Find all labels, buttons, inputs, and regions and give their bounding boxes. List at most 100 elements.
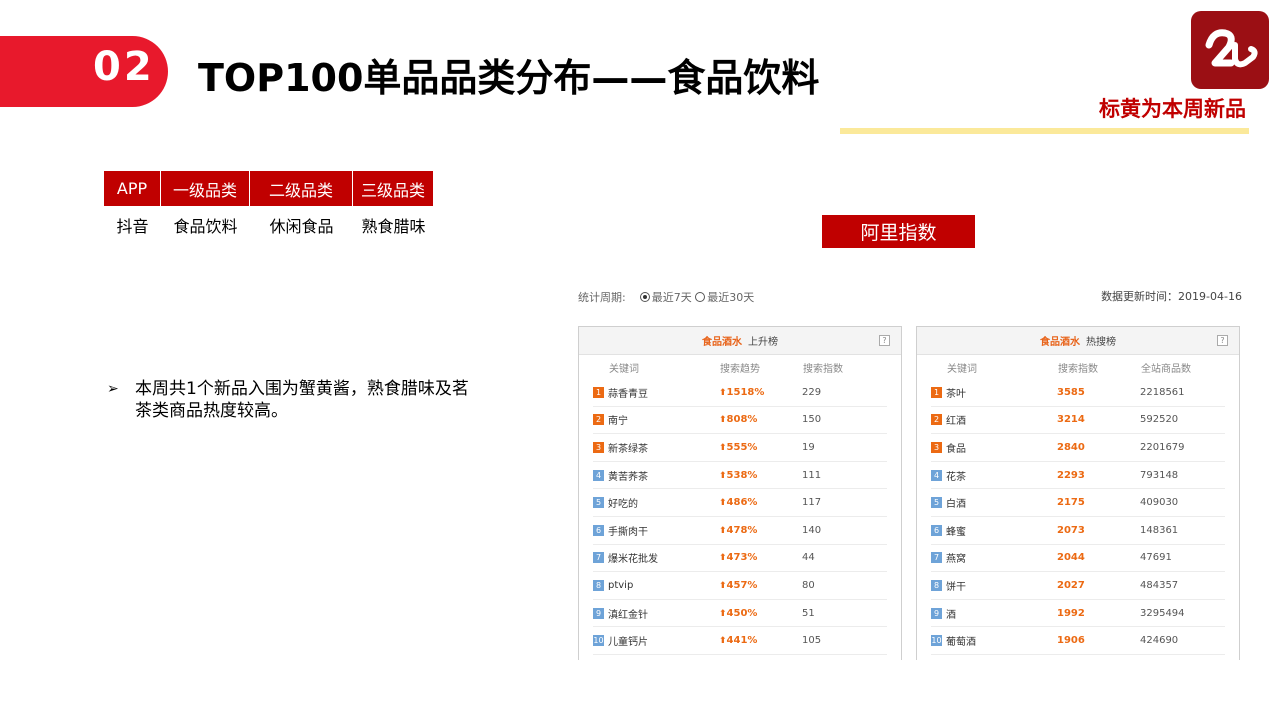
keyword-link[interactable]: 茶叶 xyxy=(946,385,1057,400)
rank-badge: 5 xyxy=(931,497,942,509)
trend-percent: 808% xyxy=(726,414,758,426)
table-row: 2 南宁 ⬆808% 150 xyxy=(593,407,887,435)
search-index: 1906 xyxy=(1057,635,1085,647)
update-time: 数据更新时间：2019-04-16 xyxy=(1101,290,1242,303)
table-row: 3 新茶绿茶 ⬆555% 19 xyxy=(593,434,887,462)
keyword-link[interactable]: 滇红金针 xyxy=(608,606,719,621)
table-row: 6 手撕肉干 ⬆478% 140 xyxy=(593,517,887,545)
search-index: 19 xyxy=(802,441,815,453)
rank-badge: 9 xyxy=(593,607,604,619)
keyword-link[interactable]: 白酒 xyxy=(946,495,1057,510)
keyword-link[interactable]: 黄苦荞茶 xyxy=(608,468,719,483)
trend-percent: 450% xyxy=(726,607,758,619)
table-row: 10 儿童钙片 ⬆441% 105 xyxy=(593,627,887,655)
keyword-link[interactable]: 酒 xyxy=(946,606,1057,621)
help-icon[interactable]: ? xyxy=(879,335,890,346)
summary-bullet: ➢ 本周共1个新品入围为蟹黄酱，熟食腊味及茗茶类商品热度较高。 xyxy=(107,378,477,422)
trend-percent: 1518% xyxy=(726,386,765,398)
keyword-link[interactable]: 蒜香青豆 xyxy=(608,385,719,400)
table-row: 7 爆米花批发 ⬆473% 44 xyxy=(593,545,887,573)
trend-value: ⬆555% xyxy=(719,442,802,453)
up-arrow-icon: ⬆ xyxy=(719,636,727,647)
header-level2: 二级品类 xyxy=(250,171,353,206)
option-7days[interactable]: 最近7天 xyxy=(652,291,692,304)
up-arrow-icon: ⬆ xyxy=(719,415,727,426)
keyword-link[interactable]: 花茶 xyxy=(946,468,1057,483)
value-level1: 食品饮料 xyxy=(173,217,238,236)
keyword-link[interactable]: 食品 xyxy=(946,440,1057,455)
hot-panel-category[interactable]: 食品酒水 xyxy=(1040,333,1080,348)
header-level1: 一级品类 xyxy=(161,171,250,206)
product-count: 484357 xyxy=(1140,579,1179,591)
keyword-link[interactable]: 蜂蜜 xyxy=(946,523,1057,538)
trend-percent: 473% xyxy=(726,552,758,564)
rank-badge: 7 xyxy=(593,552,604,564)
rank-badge: 2 xyxy=(593,414,604,426)
trend-percent: 486% xyxy=(726,497,758,509)
table-row: 1 蒜香青豆 ⬆1518% 229 xyxy=(593,379,887,407)
up-arrow-icon: ⬆ xyxy=(719,442,727,453)
trend-value: ⬆457% xyxy=(719,580,802,591)
category-table-row: 抖音 食品饮料 休闲食品 熟食腊味 xyxy=(104,206,434,244)
keyword-link[interactable]: 爆米花批发 xyxy=(608,550,719,565)
table-row: 4 花茶 2293 793148 xyxy=(931,462,1225,490)
trend-percent: 441% xyxy=(726,635,758,647)
keyword-link[interactable]: 新茶绿茶 xyxy=(608,440,719,455)
hot-column-header: 关键词 搜索指数 全站商品数 xyxy=(917,355,1239,379)
rising-panel-category[interactable]: 食品酒水 xyxy=(702,333,742,348)
search-index: 3214 xyxy=(1057,414,1085,426)
period-label: 统计周期: xyxy=(578,291,626,304)
table-row: 3 食品 2840 2201679 xyxy=(931,434,1225,462)
table-row: 9 滇红金针 ⬆450% 51 xyxy=(593,600,887,628)
keyword-link[interactable]: 饼干 xyxy=(946,578,1057,593)
rank-badge: 6 xyxy=(931,524,942,536)
trend-percent: 538% xyxy=(726,469,758,481)
keyword-link[interactable]: 好吃的 xyxy=(608,495,719,510)
search-index: 105 xyxy=(802,635,822,647)
keyword-link[interactable]: 手撕肉干 xyxy=(608,523,719,538)
rising-panel-name: 上升榜 xyxy=(748,337,778,348)
section-number: 02 xyxy=(93,44,155,90)
table-row: 6 蜂蜜 2073 148361 xyxy=(931,517,1225,545)
up-arrow-icon: ⬆ xyxy=(719,580,727,591)
rank-badge: 1 xyxy=(931,386,942,398)
value-level2: 休闲食品 xyxy=(269,217,334,236)
trend-value: ⬆450% xyxy=(719,608,802,619)
product-count: 47691 xyxy=(1140,552,1172,564)
help-icon[interactable]: ? xyxy=(1217,335,1228,346)
table-row: 1 茶叶 3585 2218561 xyxy=(931,379,1225,407)
header-app: APP xyxy=(104,171,161,206)
search-index: 3585 xyxy=(1057,386,1085,398)
keyword-link[interactable]: 红酒 xyxy=(946,412,1057,427)
col-trend: 搜索趋势 xyxy=(720,363,760,375)
trend-value: ⬆486% xyxy=(719,497,802,508)
summary-text: 本周共1个新品入围为蟹黄酱，熟食腊味及茗茶类商品热度较高。 xyxy=(135,379,469,421)
trend-percent: 478% xyxy=(726,524,758,536)
search-index: 111 xyxy=(802,469,822,481)
trend-value: ⬆473% xyxy=(719,552,802,563)
keyword-link[interactable]: ptvip xyxy=(608,580,719,591)
search-index: 229 xyxy=(802,386,822,398)
highlight-underline xyxy=(840,128,1249,134)
radio-7days[interactable] xyxy=(639,292,650,302)
brand-logo-icon xyxy=(1191,11,1269,89)
page-title: TOP100单品品类分布——食品饮料 xyxy=(198,56,820,100)
keyword-link[interactable]: 南宁 xyxy=(608,412,719,427)
keyword-link[interactable]: 葡萄酒 xyxy=(946,633,1057,648)
rising-column-header: 关键词 搜索趋势 搜索指数 xyxy=(579,355,901,379)
table-row: 8 饼干 2027 484357 xyxy=(931,572,1225,600)
option-30days[interactable]: 最近30天 xyxy=(707,291,754,304)
trend-percent: 555% xyxy=(726,441,758,453)
up-arrow-icon: ⬆ xyxy=(719,498,727,509)
keyword-link[interactable]: 燕窝 xyxy=(946,550,1057,565)
col-count: 全站商品数 xyxy=(1141,363,1191,375)
keyword-link[interactable]: 儿童钙片 xyxy=(608,633,719,648)
rank-badge: 3 xyxy=(931,441,942,453)
col-keyword: 关键词 xyxy=(609,363,639,375)
up-arrow-icon: ⬆ xyxy=(719,608,727,619)
trend-value: ⬆441% xyxy=(719,635,802,646)
bullet-arrow-icon: ➢ xyxy=(107,381,119,397)
rank-badge: 4 xyxy=(931,469,942,481)
radio-30days[interactable] xyxy=(695,292,706,302)
trend-value: ⬆808% xyxy=(719,414,802,425)
